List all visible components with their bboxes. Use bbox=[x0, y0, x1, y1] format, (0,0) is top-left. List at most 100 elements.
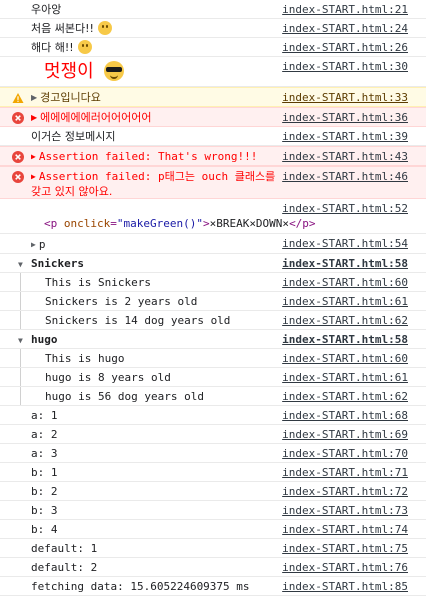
group-title: hugo bbox=[31, 333, 58, 346]
source-link[interactable]: index-START.html:74 bbox=[282, 523, 408, 537]
element-log-row: <p onclick="makeGreen()">×BREAK×DOWN×</p… bbox=[0, 199, 426, 234]
log-text: Assertion failed: That's wrong!!! bbox=[38, 150, 258, 163]
log-message: Snickers is 14 dog years old bbox=[45, 314, 231, 327]
source-link[interactable]: index-START.html:85 bbox=[282, 580, 408, 594]
source-link[interactable]: index-START.html:36 bbox=[282, 111, 408, 125]
source-link[interactable]: index-START.html:75 bbox=[282, 542, 408, 556]
error-icon bbox=[12, 112, 24, 124]
group-header[interactable]: ▼ Snickers index-START.html:58 bbox=[0, 254, 426, 273]
sunglasses-emoji-icon bbox=[103, 61, 124, 81]
timer-row: fetching data: 15.605224609375 ms index-… bbox=[0, 577, 426, 596]
element-text: ×BREAK×DOWN× bbox=[209, 217, 290, 230]
log-row: 우아앙 index-START.html:21 bbox=[0, 0, 426, 19]
error-icon bbox=[12, 151, 24, 163]
log-message: a: 2 bbox=[31, 428, 58, 441]
collapse-triangle-icon[interactable]: ▼ bbox=[18, 333, 23, 348]
source-link[interactable]: index-START.html:62 bbox=[282, 390, 408, 404]
error-row: ▶ Assertion failed: That's wrong!!! index… bbox=[0, 146, 426, 166]
count-row: default: 1 index-START.html:75 bbox=[0, 539, 426, 558]
log-message[interactable]: ▶ Assertion failed: p태그는 ouch 클래스를 bbox=[31, 169, 276, 184]
count-row: a: 3 index-START.html:70 bbox=[0, 444, 426, 463]
tag-bracket: > bbox=[202, 217, 210, 230]
source-link[interactable]: index-START.html:30 bbox=[282, 60, 408, 74]
log-row: Snickers is 14 dog years old index-START… bbox=[0, 311, 426, 330]
log-message: Snickers is 2 years old bbox=[45, 295, 198, 308]
log-text: 에에에에에러어어어어어 bbox=[40, 111, 152, 124]
log-text: 해다 해!! bbox=[31, 41, 74, 54]
source-link[interactable]: index-START.html:54 bbox=[282, 237, 408, 251]
log-text: 경고입니다요 bbox=[40, 91, 101, 104]
source-link[interactable]: index-START.html:61 bbox=[282, 371, 408, 385]
console-log: 우아앙 index-START.html:21 처음 써본다!! index-S… bbox=[0, 0, 426, 596]
source-link[interactable]: index-START.html:60 bbox=[282, 352, 408, 366]
error-row: ▶ Assertion failed: p태그는 ouch 클래스를 갖고 있지 … bbox=[0, 166, 426, 199]
error-icon bbox=[12, 171, 24, 183]
count-row: b: 4 index-START.html:74 bbox=[0, 520, 426, 539]
info-row: 이거슨 정보메시지 index-START.html:39 bbox=[0, 127, 426, 146]
group-header[interactable]: ▼ hugo index-START.html:58 bbox=[0, 330, 426, 349]
source-link[interactable]: index-START.html:58 bbox=[282, 333, 408, 347]
source-link[interactable]: index-START.html:46 bbox=[282, 170, 408, 184]
tag-close: </p> bbox=[289, 217, 316, 230]
grin-emoji-icon bbox=[97, 21, 112, 35]
source-link[interactable]: index-START.html:33 bbox=[282, 91, 408, 105]
log-message: hugo is 8 years old bbox=[45, 371, 171, 384]
count-row: b: 3 index-START.html:73 bbox=[0, 501, 426, 520]
log-message: 멋쟁이 bbox=[44, 61, 276, 85]
source-link[interactable]: index-START.html:61 bbox=[282, 295, 408, 309]
log-message: b: 4 bbox=[31, 523, 58, 536]
log-message: This is hugo bbox=[45, 352, 125, 365]
log-row: hugo is 8 years old index-START.html:61 bbox=[0, 368, 426, 387]
source-link[interactable]: index-START.html:72 bbox=[282, 485, 408, 499]
log-message-continued: 갖고 있지 않아요. bbox=[31, 185, 113, 198]
log-message: default: 2 bbox=[31, 561, 98, 574]
source-link[interactable]: index-START.html:70 bbox=[282, 447, 408, 461]
source-link[interactable]: index-START.html:52 bbox=[282, 202, 408, 216]
source-link[interactable]: index-START.html:73 bbox=[282, 504, 408, 518]
log-message[interactable]: ▶ 에에에에에러어어어어어 bbox=[31, 110, 276, 125]
source-link[interactable]: index-START.html:71 bbox=[282, 466, 408, 480]
source-link[interactable]: index-START.html:68 bbox=[282, 409, 408, 423]
log-text: p bbox=[38, 238, 46, 251]
source-link[interactable]: index-START.html:62 bbox=[282, 314, 408, 328]
log-message[interactable]: ▶ Assertion failed: That's wrong!!! bbox=[31, 149, 276, 164]
expand-triangle-icon: ▶ bbox=[31, 240, 36, 249]
log-row: hugo is 56 dog years old index-START.htm… bbox=[0, 387, 426, 406]
log-message[interactable]: ▶ 경고입니다요 bbox=[31, 90, 276, 105]
log-message: default: 1 bbox=[31, 542, 98, 555]
group-title: Snickers bbox=[31, 257, 84, 270]
source-link[interactable]: index-START.html:58 bbox=[282, 257, 408, 271]
styled-log-row: 멋쟁이 index-START.html:30 bbox=[0, 57, 426, 87]
log-message: b: 2 bbox=[31, 485, 58, 498]
log-message: a: 3 bbox=[31, 447, 58, 460]
attr-name: onclick bbox=[63, 217, 111, 230]
source-link[interactable]: index-START.html:26 bbox=[282, 41, 408, 55]
source-link[interactable]: index-START.html:39 bbox=[282, 130, 408, 144]
styled-text: 멋쟁이 bbox=[44, 61, 94, 82]
source-link[interactable]: index-START.html:76 bbox=[282, 561, 408, 575]
log-row: Snickers is 2 years old index-START.html… bbox=[0, 292, 426, 311]
expand-triangle-icon: ▶ bbox=[31, 113, 38, 122]
error-row: ▶ 에에에에에러어어어어어 index-START.html:36 bbox=[0, 107, 426, 127]
source-link[interactable]: index-START.html:21 bbox=[282, 3, 408, 17]
log-message: 우아앙 bbox=[31, 3, 62, 16]
log-message[interactable]: ▶ p bbox=[31, 237, 276, 252]
log-text: 처음 써본다!! bbox=[31, 22, 94, 35]
source-link[interactable]: index-START.html:69 bbox=[282, 428, 408, 442]
group-body: This is Snickers index-START.html:60 Sni… bbox=[0, 273, 426, 330]
count-row: b: 2 index-START.html:72 bbox=[0, 482, 426, 501]
collapse-triangle-icon[interactable]: ▼ bbox=[18, 257, 23, 272]
log-row: 해다 해!! index-START.html:26 bbox=[0, 38, 426, 57]
source-link[interactable]: index-START.html:43 bbox=[282, 150, 408, 164]
log-message: 처음 써본다!! bbox=[31, 21, 276, 36]
warning-icon bbox=[12, 93, 24, 103]
attr-equals: = bbox=[110, 217, 117, 230]
expand-triangle-icon: ▶ bbox=[31, 93, 38, 102]
log-message: hugo is 56 dog years old bbox=[45, 390, 204, 403]
warning-row: ▶ 경고입니다요 index-START.html:33 bbox=[0, 87, 426, 107]
source-link[interactable]: index-START.html:60 bbox=[282, 276, 408, 290]
attr-value: "makeGreen()" bbox=[116, 217, 203, 230]
log-text: Assertion failed: p태그는 ouch 클래스를 bbox=[38, 170, 276, 183]
dom-element-node[interactable]: <p onclick="makeGreen()">×BREAK×DOWN×</p… bbox=[44, 216, 316, 231]
source-link[interactable]: index-START.html:24 bbox=[282, 22, 408, 36]
